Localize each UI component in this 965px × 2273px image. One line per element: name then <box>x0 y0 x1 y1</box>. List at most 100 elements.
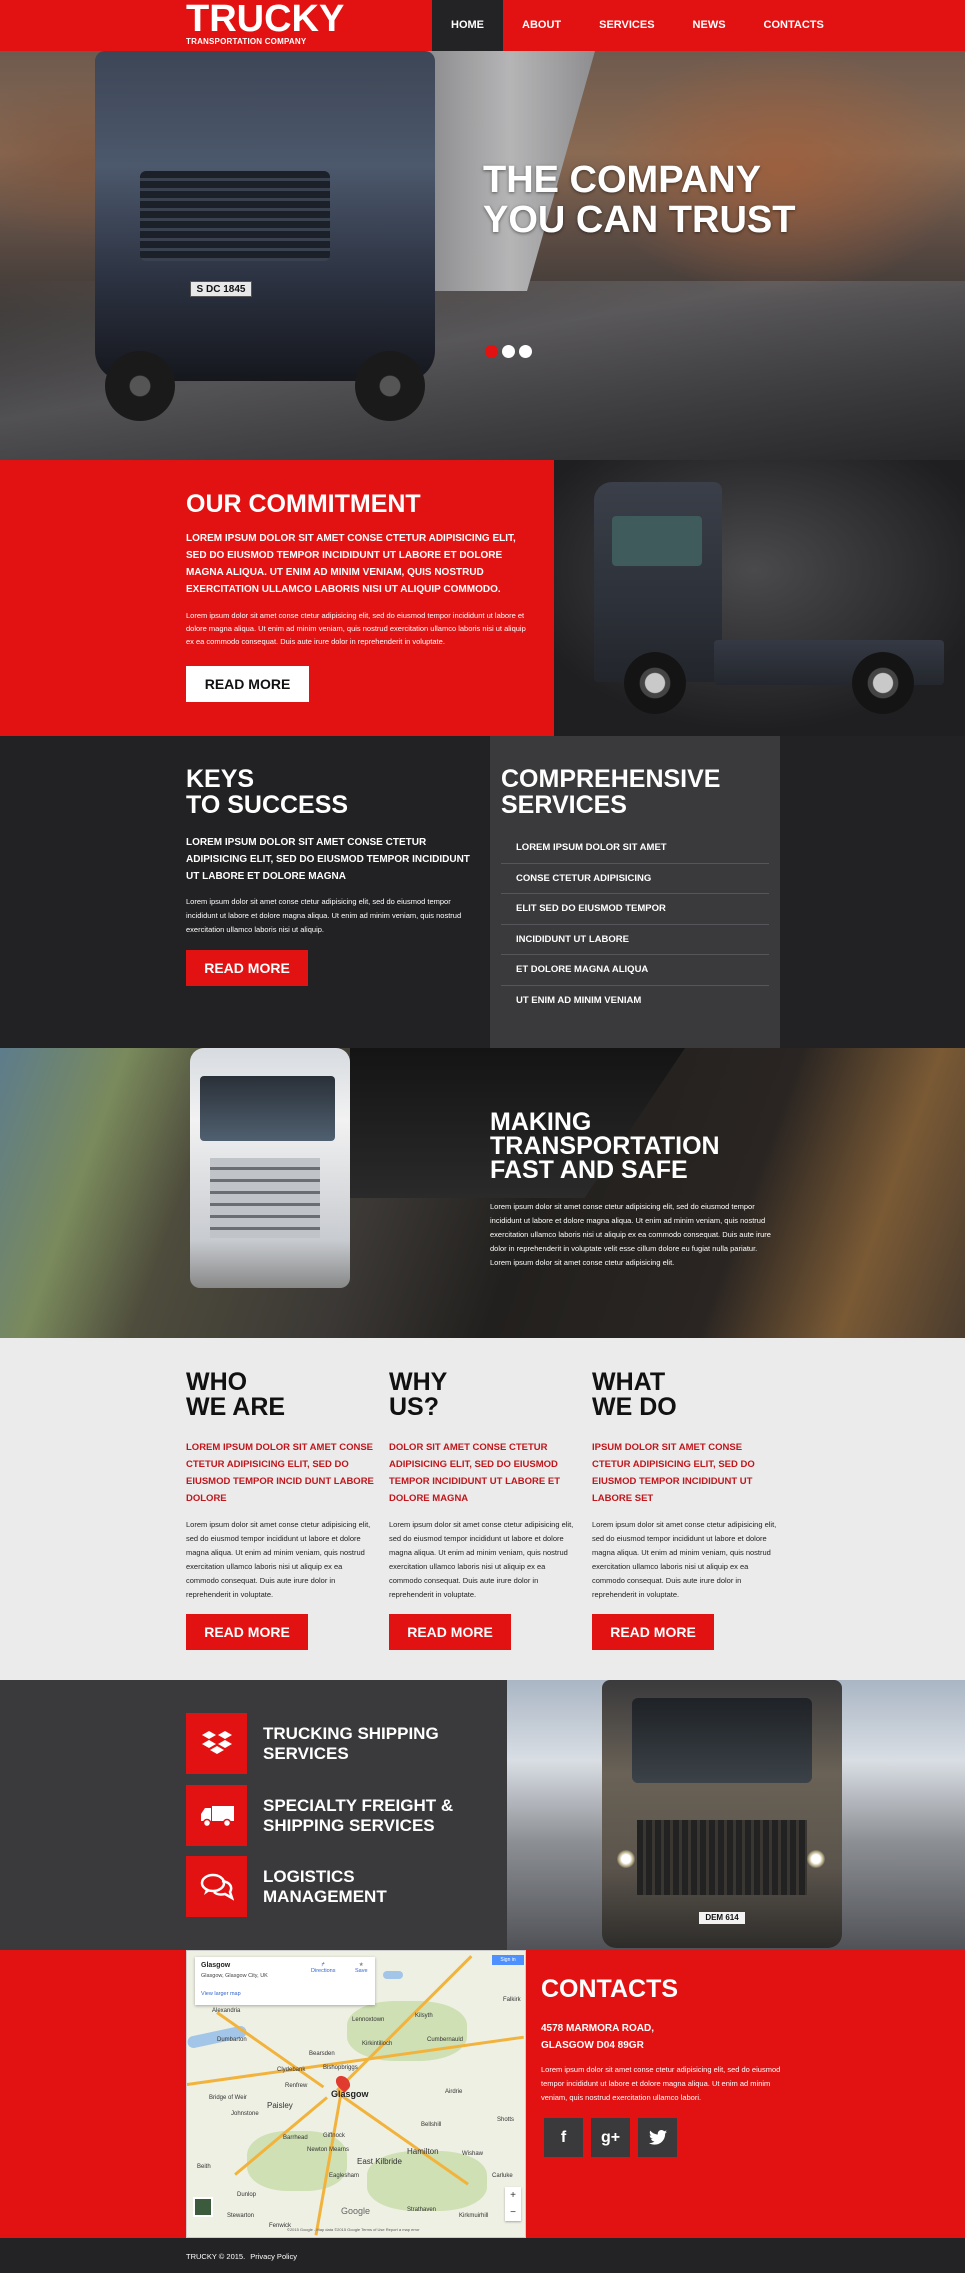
feature-label-line1: SPECIALTY FREIGHT & <box>263 1795 454 1815</box>
transport-title-line2: TRANSPORTATION <box>490 1132 720 1160</box>
map-label: Airdrie <box>445 2089 463 2095</box>
map-directions-button[interactable]: ↱ Directions <box>311 1962 335 1974</box>
facebook-icon[interactable]: f <box>544 2118 583 2157</box>
feature-specialty-freight[interactable]: SPECIALTY FREIGHT & SHIPPING SERVICES <box>186 1785 486 1846</box>
address-line2: GLASGOW D04 89GR <box>541 2040 644 2051</box>
nav-home[interactable]: HOME <box>432 0 503 51</box>
column-lead: IPSUM DOLOR SIT AMET CONSE CTETUR ADIPIS… <box>592 1442 755 1504</box>
column-text: Lorem ipsum dolor sit amet conse ctetur … <box>186 1520 371 1599</box>
column-read-more-button[interactable]: READ MORE <box>389 1614 511 1650</box>
column-read-more-button[interactable]: READ MORE <box>186 1614 308 1650</box>
keys-lead: LOREM IPSUM DOLOR SIT AMET CONSE CTETUR … <box>186 837 470 882</box>
transport-text: Lorem ipsum dolor sit amet conse ctetur … <box>490 1202 771 1267</box>
nav-contacts[interactable]: CONTACTS <box>745 0 843 51</box>
map-attribution[interactable]: ©2015 Google - Map data ©2015 Google Ter… <box>287 2227 420 2232</box>
map-label: Kirkmuirhill <box>459 2213 489 2219</box>
twitter-icon[interactable] <box>638 2118 677 2157</box>
column-read-more-button[interactable]: READ MORE <box>592 1614 714 1650</box>
column-what-we-do: WHAT WE DO IPSUM DOLOR SIT AMET CONSE CT… <box>592 1370 782 1650</box>
map-label: Hamilton <box>407 2147 439 2156</box>
services-list: LOREM IPSUM DOLOR SIT AMET CONSE CTETUR … <box>501 833 769 1016</box>
transport-section <box>0 1048 965 1338</box>
volvo-grille <box>637 1820 807 1895</box>
map-city-label: Glasgow <box>331 2089 369 2099</box>
map-label: Carluke <box>492 2173 513 2179</box>
google-map[interactable]: Alexandria Dumbarton Lennoxtown Kilsyth … <box>186 1950 526 2238</box>
slider-dot-3[interactable] <box>519 345 532 358</box>
map-label: Kirkintilloch <box>362 2041 393 2047</box>
map-zoom-out-button[interactable]: − <box>505 2204 521 2221</box>
column-why-us: WHY US? DOLOR SIT AMET CONSE CTETUR ADIP… <box>389 1370 579 1650</box>
slider-dot-1[interactable] <box>485 345 498 358</box>
keys-section <box>0 736 965 1048</box>
map-label: Clydebank <box>277 2067 306 2073</box>
contacts-address: 4578 MARMORA ROAD, GLASGOW D04 89GR <box>541 2020 654 2054</box>
map-label: Johnstone <box>231 2111 259 2117</box>
map-save-button[interactable]: ★ Save <box>355 1962 368 1974</box>
column-lead: DOLOR SIT AMET CONSE CTETUR ADIPISICING … <box>389 1442 560 1504</box>
nav-about[interactable]: ABOUT <box>503 0 580 51</box>
services-list-item[interactable]: UT ENIM AD MINIM VENIAM <box>501 986 769 1017</box>
map-label: Paisley <box>267 2101 293 2110</box>
logo[interactable]: TRUCKY TRANSPORTATION COMPANY <box>186 0 344 46</box>
slider-dot-2[interactable] <box>502 345 515 358</box>
column-title-line1: WHAT <box>592 1368 666 1396</box>
services-list-item[interactable]: INCIDIDUNT UT LABORE <box>501 925 769 955</box>
services-list-item[interactable]: ELIT SED DO EIUSMOD TEMPOR <box>501 894 769 925</box>
map-label: Falkirk <box>503 1997 521 2003</box>
services-list-item[interactable]: CONSE CTETUR ADIPISICING <box>501 864 769 894</box>
nav-news[interactable]: NEWS <box>674 0 745 51</box>
feature-label: LOGISTICS MANAGEMENT <box>263 1867 387 1907</box>
hero-license-plate: S DC 1845 <box>190 281 252 297</box>
contacts-text: Lorem ipsum dolor sit amet conse ctetur … <box>541 2065 781 2102</box>
keys-title-line1: KEYS <box>186 765 255 793</box>
volvo-window <box>632 1698 812 1783</box>
map-directions-label: Directions <box>311 1968 336 1974</box>
truck-window <box>612 516 702 566</box>
map-label: Bridge of Weir <box>209 2095 247 2101</box>
google-logo: Google <box>341 2206 371 2216</box>
truck-wheel <box>624 652 686 714</box>
column-title: WHY US? <box>389 1370 579 1420</box>
feature-logistics[interactable]: LOGISTICS MANAGEMENT <box>186 1856 486 1917</box>
footer-copyright: TRUCKY © 2015. Privacy Policy <box>186 2252 297 2261</box>
map-label: Giffnock <box>323 2133 345 2139</box>
features-truck-image: DEM 614 <box>507 1680 965 1950</box>
map-place-title: Glasgow <box>201 1962 231 1969</box>
column-lead: LOREM IPSUM DOLOR SIT AMET CONSE CTETUR … <box>186 1442 374 1504</box>
column-title-line2: US? <box>389 1393 439 1421</box>
map-label: Lennoxtown <box>352 2017 385 2023</box>
commitment-text: Lorem ipsum dolor sit amet conse ctetur … <box>186 611 526 646</box>
services-list-item[interactable]: LOREM IPSUM DOLOR SIT AMET <box>501 833 769 864</box>
privacy-policy-link[interactable]: Privacy Policy <box>250 2252 297 2261</box>
map-label: Beith <box>197 2164 211 2170</box>
map-label: Eaglesham <box>329 2173 360 2179</box>
nav-services[interactable]: SERVICES <box>580 0 673 51</box>
hero-wheel <box>355 351 425 421</box>
transport-truck-grille <box>210 1158 320 1238</box>
column-text: Lorem ipsum dolor sit amet conse ctetur … <box>592 1520 777 1599</box>
transport-title-line1: MAKING <box>490 1108 592 1136</box>
google-plus-icon[interactable]: g+ <box>591 2118 630 2157</box>
feature-label: SPECIALTY FREIGHT & SHIPPING SERVICES <box>263 1796 453 1836</box>
map-sign-in-button[interactable]: Sign in <box>492 1955 524 1965</box>
keys-read-more-button[interactable]: READ MORE <box>186 950 308 986</box>
map-label: Stewarton <box>227 2213 255 2219</box>
copyright-text: TRUCKY © 2015. <box>186 2252 246 2261</box>
view-larger-map-link[interactable]: View larger map <box>201 1991 241 1997</box>
feature-label-line2: SERVICES <box>263 1743 349 1763</box>
services-title: COMPREHENSIVE SERVICES <box>501 766 720 818</box>
feature-trucking-shipping[interactable]: TRUCKING SHIPPING SERVICES <box>186 1713 486 1774</box>
map-satellite-toggle[interactable] <box>193 2197 213 2217</box>
services-list-item[interactable]: ET DOLORE MAGNA ALIQUA <box>501 955 769 986</box>
transport-truck-window <box>200 1076 335 1141</box>
map-zoom-in-button[interactable]: + <box>505 2187 521 2204</box>
volvo-license-plate: DEM 614 <box>699 1912 745 1924</box>
map-label: Dunlop <box>237 2192 257 2198</box>
truck-wheel <box>852 652 914 714</box>
map-label: Bellshill <box>421 2122 442 2128</box>
contacts-title: CONTACTS <box>541 1975 679 2003</box>
column-title: WHAT WE DO <box>592 1370 782 1420</box>
commitment-read-more-button[interactable]: READ MORE <box>186 666 309 702</box>
map-label: Wishaw <box>462 2151 484 2157</box>
